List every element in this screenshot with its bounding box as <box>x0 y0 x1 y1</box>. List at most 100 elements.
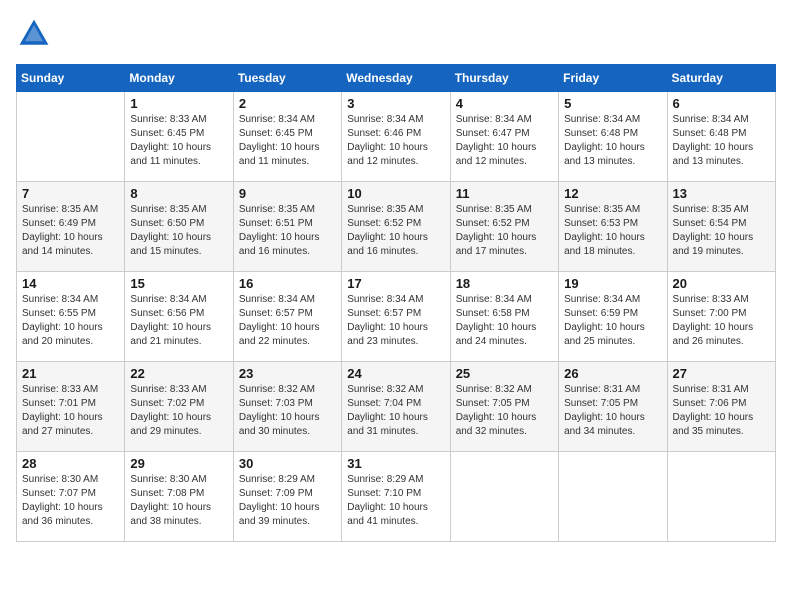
day-number: 10 <box>347 186 444 201</box>
day-number: 17 <box>347 276 444 291</box>
calendar-table: SundayMondayTuesdayWednesdayThursdayFrid… <box>16 64 776 542</box>
day-number: 2 <box>239 96 336 111</box>
calendar-cell: 23 Sunrise: 8:32 AMSunset: 7:03 PMDayligh… <box>233 362 341 452</box>
day-info: Sunrise: 8:34 AMSunset: 6:48 PMDaylight:… <box>564 113 661 169</box>
day-info: Sunrise: 8:35 AMSunset: 6:49 PMDaylight:… <box>22 203 119 259</box>
weekday-header-tuesday: Tuesday <box>233 65 341 92</box>
calendar-cell <box>559 452 667 542</box>
logo <box>16 16 54 52</box>
day-number: 8 <box>130 186 227 201</box>
calendar-cell: 8 Sunrise: 8:35 AMSunset: 6:50 PMDaylight… <box>125 182 233 272</box>
day-number: 3 <box>347 96 444 111</box>
calendar-cell: 30 Sunrise: 8:29 AMSunset: 7:09 PMDayligh… <box>233 452 341 542</box>
calendar-cell: 7 Sunrise: 8:35 AMSunset: 6:49 PMDaylight… <box>17 182 125 272</box>
calendar-cell: 25 Sunrise: 8:32 AMSunset: 7:05 PMDayligh… <box>450 362 558 452</box>
day-info: Sunrise: 8:35 AMSunset: 6:52 PMDaylight:… <box>347 203 444 259</box>
day-info: Sunrise: 8:34 AMSunset: 6:47 PMDaylight:… <box>456 113 553 169</box>
day-info: Sunrise: 8:33 AMSunset: 7:00 PMDaylight:… <box>673 293 770 349</box>
calendar-cell: 5Sunrise: 8:34 AMSunset: 6:48 PMDaylight… <box>559 92 667 182</box>
calendar-cell: 17 Sunrise: 8:34 AMSunset: 6:57 PMDayligh… <box>342 272 450 362</box>
day-info: Sunrise: 8:34 AMSunset: 6:59 PMDaylight:… <box>564 293 661 349</box>
calendar-cell: 6 Sunrise: 8:34 AMSunset: 6:48 PMDaylight… <box>667 92 775 182</box>
calendar-cell: 27Sunrise: 8:31 AMSunset: 7:06 PMDayligh… <box>667 362 775 452</box>
day-info: Sunrise: 8:34 AMSunset: 6:45 PMDaylight:… <box>239 113 336 169</box>
calendar-cell: 20 Sunrise: 8:33 AMSunset: 7:00 PMDayligh… <box>667 272 775 362</box>
day-info: Sunrise: 8:35 AMSunset: 6:50 PMDaylight:… <box>130 203 227 259</box>
day-info: Sunrise: 8:34 AMSunset: 6:57 PMDaylight:… <box>347 293 444 349</box>
weekday-header-monday: Monday <box>125 65 233 92</box>
calendar-cell <box>17 92 125 182</box>
calendar-cell: 3 Sunrise: 8:34 AMSunset: 6:46 PMDaylight… <box>342 92 450 182</box>
weekday-header-saturday: Saturday <box>667 65 775 92</box>
day-info: Sunrise: 8:33 AMSunset: 6:45 PMDaylight:… <box>130 113 227 169</box>
weekday-header-sunday: Sunday <box>17 65 125 92</box>
day-number: 21 <box>22 366 119 381</box>
calendar-cell: 14Sunrise: 8:34 AMSunset: 6:55 PMDayligh… <box>17 272 125 362</box>
day-number: 1 <box>130 96 227 111</box>
calendar-cell: 21 Sunrise: 8:33 AMSunset: 7:01 PMDayligh… <box>17 362 125 452</box>
logo-icon <box>16 16 52 52</box>
day-number: 4 <box>456 96 553 111</box>
day-info: Sunrise: 8:34 AMSunset: 6:46 PMDaylight:… <box>347 113 444 169</box>
day-info: Sunrise: 8:34 AMSunset: 6:48 PMDaylight:… <box>673 113 770 169</box>
day-info: Sunrise: 8:32 AMSunset: 7:03 PMDaylight:… <box>239 383 336 439</box>
day-number: 12 <box>564 186 661 201</box>
day-info: Sunrise: 8:33 AMSunset: 7:02 PMDaylight:… <box>130 383 227 439</box>
calendar-cell: 13Sunrise: 8:35 AMSunset: 6:54 PMDayligh… <box>667 182 775 272</box>
day-number: 11 <box>456 186 553 201</box>
calendar-cell: 9 Sunrise: 8:35 AMSunset: 6:51 PMDaylight… <box>233 182 341 272</box>
day-info: Sunrise: 8:29 AMSunset: 7:09 PMDaylight:… <box>239 473 336 529</box>
calendar-cell: 28 Sunrise: 8:30 AMSunset: 7:07 PMDayligh… <box>17 452 125 542</box>
day-info: Sunrise: 8:35 AMSunset: 6:52 PMDaylight:… <box>456 203 553 259</box>
day-number: 22 <box>130 366 227 381</box>
day-number: 13 <box>673 186 770 201</box>
day-number: 14 <box>22 276 119 291</box>
day-number: 29 <box>130 456 227 471</box>
page-header <box>16 16 776 52</box>
calendar-cell: 31 Sunrise: 8:29 AMSunset: 7:10 PMDayligh… <box>342 452 450 542</box>
day-number: 28 <box>22 456 119 471</box>
day-info: Sunrise: 8:30 AMSunset: 7:07 PMDaylight:… <box>22 473 119 529</box>
day-number: 25 <box>456 366 553 381</box>
day-info: Sunrise: 8:35 AMSunset: 6:51 PMDaylight:… <box>239 203 336 259</box>
calendar-cell: 29 Sunrise: 8:30 AMSunset: 7:08 PMDayligh… <box>125 452 233 542</box>
day-info: Sunrise: 8:32 AMSunset: 7:05 PMDaylight:… <box>456 383 553 439</box>
day-number: 24 <box>347 366 444 381</box>
day-number: 15 <box>130 276 227 291</box>
day-info: Sunrise: 8:31 AMSunset: 7:05 PMDaylight:… <box>564 383 661 439</box>
day-number: 31 <box>347 456 444 471</box>
calendar-cell: 12 Sunrise: 8:35 AMSunset: 6:53 PMDayligh… <box>559 182 667 272</box>
day-info: Sunrise: 8:29 AMSunset: 7:10 PMDaylight:… <box>347 473 444 529</box>
day-info: Sunrise: 8:32 AMSunset: 7:04 PMDaylight:… <box>347 383 444 439</box>
day-info: Sunrise: 8:34 AMSunset: 6:58 PMDaylight:… <box>456 293 553 349</box>
day-number: 23 <box>239 366 336 381</box>
day-number: 20 <box>673 276 770 291</box>
calendar-cell: 2 Sunrise: 8:34 AMSunset: 6:45 PMDaylight… <box>233 92 341 182</box>
calendar-cell: 22 Sunrise: 8:33 AMSunset: 7:02 PMDayligh… <box>125 362 233 452</box>
calendar-cell <box>450 452 558 542</box>
day-number: 16 <box>239 276 336 291</box>
calendar-cell: 11 Sunrise: 8:35 AMSunset: 6:52 PMDayligh… <box>450 182 558 272</box>
day-number: 9 <box>239 186 336 201</box>
calendar-cell: 19 Sunrise: 8:34 AMSunset: 6:59 PMDayligh… <box>559 272 667 362</box>
day-number: 18 <box>456 276 553 291</box>
day-number: 7 <box>22 186 119 201</box>
weekday-header-wednesday: Wednesday <box>342 65 450 92</box>
calendar-cell: 10 Sunrise: 8:35 AMSunset: 6:52 PMDayligh… <box>342 182 450 272</box>
calendar-header: SundayMondayTuesdayWednesdayThursdayFrid… <box>17 65 776 92</box>
day-info: Sunrise: 8:33 AMSunset: 7:01 PMDaylight:… <box>22 383 119 439</box>
calendar-cell: 26Sunrise: 8:31 AMSunset: 7:05 PMDayligh… <box>559 362 667 452</box>
calendar-cell: 4 Sunrise: 8:34 AMSunset: 6:47 PMDaylight… <box>450 92 558 182</box>
calendar-cell: 18 Sunrise: 8:34 AMSunset: 6:58 PMDayligh… <box>450 272 558 362</box>
calendar-cell: 15Sunrise: 8:34 AMSunset: 6:56 PMDayligh… <box>125 272 233 362</box>
weekday-header-friday: Friday <box>559 65 667 92</box>
day-info: Sunrise: 8:34 AMSunset: 6:57 PMDaylight:… <box>239 293 336 349</box>
day-info: Sunrise: 8:31 AMSunset: 7:06 PMDaylight:… <box>673 383 770 439</box>
day-number: 6 <box>673 96 770 111</box>
day-info: Sunrise: 8:35 AMSunset: 6:53 PMDaylight:… <box>564 203 661 259</box>
day-number: 19 <box>564 276 661 291</box>
day-number: 30 <box>239 456 336 471</box>
weekday-header-thursday: Thursday <box>450 65 558 92</box>
calendar-cell: 16 Sunrise: 8:34 AMSunset: 6:57 PMDayligh… <box>233 272 341 362</box>
day-info: Sunrise: 8:30 AMSunset: 7:08 PMDaylight:… <box>130 473 227 529</box>
